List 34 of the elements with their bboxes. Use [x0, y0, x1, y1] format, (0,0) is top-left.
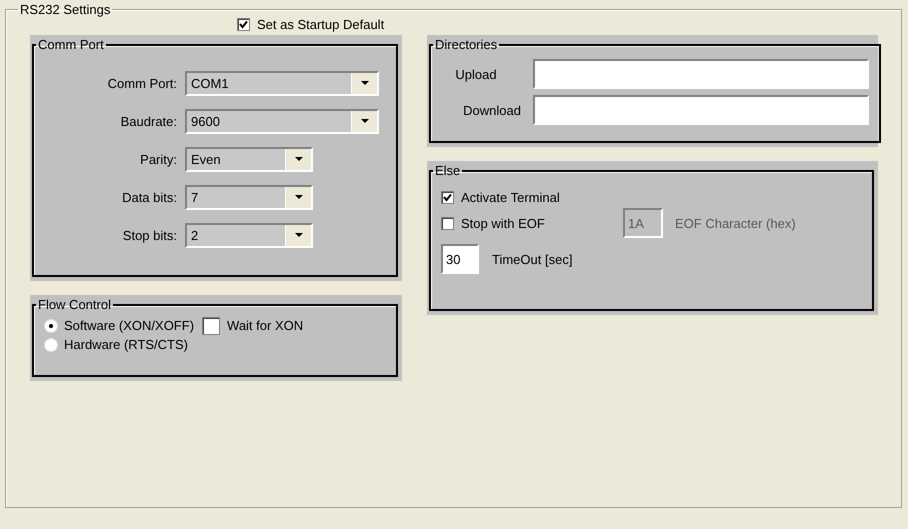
radio-label: Software (XON/XOFF) [64, 318, 194, 333]
field-label: Baudrate: [120, 114, 177, 128]
path-field[interactable] [533, 95, 869, 125]
radio-label: Hardware (RTS/CTS) [64, 337, 188, 352]
checkbox[interactable] [237, 18, 250, 30]
dropdown[interactable]: 9600 [185, 108, 379, 134]
dropdown[interactable]: 7 [185, 184, 313, 210]
field-label: Download [462, 102, 521, 118]
field-label: Data bits: [121, 190, 177, 204]
field-label: TimeOut [sec] [492, 252, 572, 266]
group-title: Comm Port [37, 37, 105, 52]
dropdown[interactable]: 2 [185, 222, 313, 248]
path-field[interactable] [533, 59, 869, 89]
dropdown[interactable]: COM1 [185, 70, 379, 96]
radio-button[interactable] [44, 338, 58, 352]
checkbox-label: Activate Terminal [461, 190, 560, 204]
field-label: Upload [454, 66, 498, 82]
group-title: Else [434, 163, 462, 178]
checkbox-label: Stop with EOF [461, 216, 545, 230]
checkbox[interactable] [441, 216, 454, 230]
radio-button[interactable] [44, 318, 58, 332]
checkbox[interactable] [202, 316, 220, 334]
checkbox[interactable] [441, 190, 454, 204]
group-title: Directories [434, 37, 498, 52]
field-label: Stop bits: [122, 228, 177, 242]
checkbox-label: Set as Startup Default [257, 16, 384, 32]
checkbox-label: Wait for XON [227, 318, 304, 333]
field-label: Comm Port: [106, 76, 177, 90]
group-title: Flow Control [37, 297, 112, 312]
settings-title: RS232 Settings [19, 2, 112, 17]
field-label: Parity: [139, 152, 177, 166]
timeout-field[interactable]: 30 [441, 244, 479, 274]
field-label: EOF Character (hex) [675, 216, 796, 230]
dropdown[interactable]: Even [185, 146, 313, 172]
